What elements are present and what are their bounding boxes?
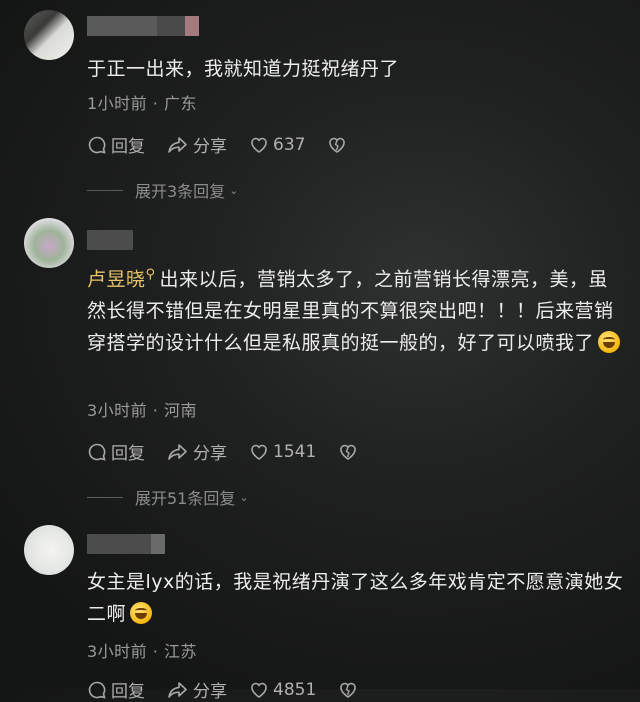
avatar[interactable] — [24, 525, 74, 575]
username-masked[interactable] — [87, 534, 165, 554]
username-masked[interactable] — [87, 16, 199, 36]
comment-location: 河南 — [163, 401, 197, 420]
heart-icon — [251, 682, 267, 698]
dislike-button[interactable] — [338, 442, 362, 462]
comment-time: 3小时前 — [87, 642, 148, 661]
expand-replies-label: 展开3条回复 — [135, 182, 226, 201]
reply-label: 回复 — [111, 682, 145, 702]
broken-heart-icon — [340, 444, 357, 460]
expand-replies[interactable]: 展开51条回复 ⌄ — [87, 485, 249, 509]
chevron-down-icon: ⌄ — [239, 490, 249, 504]
share-button[interactable]: 分享 — [167, 132, 227, 157]
share-button[interactable]: 分享 — [167, 439, 227, 464]
divider-line — [87, 496, 123, 498]
like-count: 637 — [273, 134, 306, 155]
meta-separator: · — [152, 94, 159, 113]
expand-replies[interactable]: 展开3条回复 ⌄ — [87, 178, 238, 202]
divider-line — [87, 189, 123, 191]
reply-button[interactable]: 回复 — [87, 439, 145, 464]
like-button[interactable]: 4851 — [249, 680, 316, 700]
like-count: 4851 — [273, 679, 317, 700]
comment-location: 广东 — [163, 94, 197, 113]
comment-actions: 回复 分享 637 — [87, 132, 373, 157]
avatar[interactable] — [24, 10, 74, 60]
heart-icon — [251, 444, 267, 460]
comment-text: 女主是lyx的话，我是祝绪丹演了这么多年戏肯定不愿意演她女二啊 — [87, 566, 627, 630]
share-button[interactable]: 分享 — [167, 677, 227, 702]
share-label: 分享 — [193, 444, 227, 464]
avatar[interactable] — [24, 218, 74, 268]
comment-bubble-icon — [88, 443, 106, 461]
comment-time: 1小时前 — [87, 94, 148, 113]
comment-meta: 3小时前 · 河南 — [87, 397, 197, 421]
comment-meta: 1小时前 · 广东 — [87, 90, 197, 114]
like-count: 1541 — [273, 441, 317, 462]
location-pin-icon: ⚲ — [145, 267, 156, 282]
expand-replies-label: 展开51条回复 — [135, 489, 236, 508]
comment-time: 3小时前 — [87, 401, 148, 420]
comment-bubble-icon — [88, 681, 106, 699]
share-arrow-icon — [168, 136, 187, 153]
laughing-emoji-icon — [598, 331, 621, 354]
broken-heart-icon — [329, 137, 346, 153]
comment-body: 女主是lyx的话，我是祝绪丹演了这么多年戏肯定不愿意演她女二啊 — [87, 571, 624, 625]
chevron-down-icon: ⌄ — [229, 183, 239, 197]
share-label: 分享 — [193, 137, 227, 157]
share-label: 分享 — [193, 682, 227, 702]
reply-label: 回复 — [111, 444, 145, 464]
rofl-emoji-icon — [130, 602, 153, 624]
meta-separator: · — [152, 642, 159, 661]
reply-button[interactable]: 回复 — [87, 677, 145, 702]
dislike-button[interactable] — [327, 135, 351, 155]
comment-location: 江苏 — [163, 642, 197, 661]
mention-username[interactable]: 卢昱晓 — [87, 268, 146, 290]
share-arrow-icon — [168, 681, 187, 698]
comment-text: 于正一出来，我就知道力挺祝绪丹了 — [87, 58, 400, 80]
dislike-button[interactable] — [338, 680, 362, 700]
heart-icon — [251, 137, 267, 153]
reply-label: 回复 — [111, 137, 145, 157]
share-arrow-icon — [168, 443, 187, 460]
like-button[interactable]: 637 — [249, 135, 305, 155]
comment-body: 出来以后，营销太多了，之前营销长得漂亮，美，虽然长得不错但是在女明星里真的不算很… — [87, 268, 614, 355]
broken-heart-icon — [340, 682, 357, 698]
reply-button[interactable]: 回复 — [87, 132, 145, 157]
meta-separator: · — [152, 401, 159, 420]
comment-text: 卢昱晓⚲ 出来以后，营销太多了，之前营销长得漂亮，美，虽然长得不错但是在女明星里真… — [87, 259, 627, 359]
comment-actions: 回复 分享 4851 — [87, 677, 384, 702]
comment-meta: 3小时前 · 江苏 — [87, 638, 197, 662]
comment-actions: 回复 分享 1541 — [87, 439, 384, 464]
comment-bubble-icon — [88, 136, 106, 154]
like-button[interactable]: 1541 — [249, 442, 316, 462]
username-masked[interactable] — [87, 230, 133, 250]
